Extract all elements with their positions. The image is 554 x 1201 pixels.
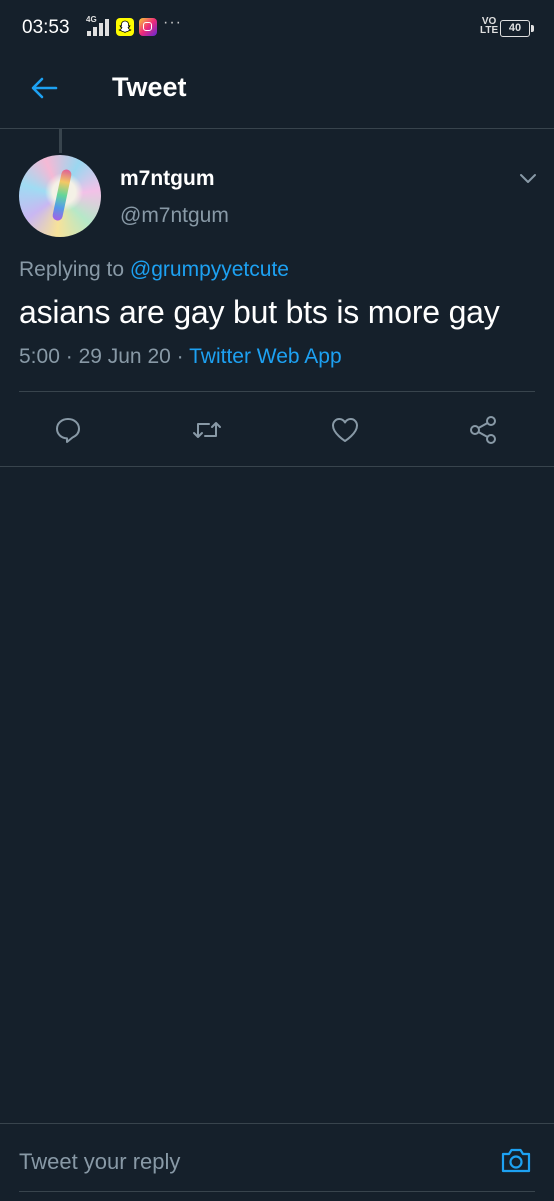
share-button[interactable] xyxy=(466,413,500,447)
tweet-meta: 5:00 · 29 Jun 20 · Twitter Web App xyxy=(19,345,342,369)
like-button[interactable] xyxy=(328,413,362,447)
tweet-menu-button[interactable] xyxy=(513,166,543,192)
instagram-icon xyxy=(139,18,157,36)
reply-input[interactable] xyxy=(19,1144,479,1180)
volte-icon: VO LTE xyxy=(480,17,499,36)
tweet-source-link[interactable]: Twitter Web App xyxy=(189,345,342,368)
tweet-text: asians are gay but bts is more gay xyxy=(19,294,500,330)
reply-icon xyxy=(56,418,80,443)
replying-to-line: Replying to @grumpyyetcute xyxy=(19,258,289,282)
status-bar: 03:53 4G ··· VO LTE 40 xyxy=(0,0,554,56)
volte-line2: LTE xyxy=(480,25,499,36)
retweet-button[interactable] xyxy=(190,413,224,447)
divider xyxy=(0,466,554,467)
more-icon: ··· xyxy=(163,14,182,31)
battery-level: 40 xyxy=(508,22,522,34)
replying-to-user-link[interactable]: @grumpyyetcute xyxy=(130,258,289,281)
chevron-down-icon xyxy=(520,174,536,183)
meta-separator: · xyxy=(65,345,73,368)
thread-connector xyxy=(59,129,62,153)
reply-button[interactable] xyxy=(51,413,85,447)
author-handle[interactable]: @m7ntgum xyxy=(120,204,229,228)
camera-icon xyxy=(501,1148,531,1173)
replying-to-prefix: Replying to xyxy=(19,258,125,281)
heart-icon xyxy=(332,418,358,442)
meta-separator: · xyxy=(176,345,184,368)
reply-input-underline xyxy=(19,1191,535,1192)
divider xyxy=(19,391,535,392)
tweet-action-bar xyxy=(0,393,554,465)
app-header: Tweet xyxy=(0,56,554,129)
retweet-icon xyxy=(193,422,221,438)
signal-icon: 4G xyxy=(84,15,110,38)
reply-composer xyxy=(0,1123,554,1201)
share-icon xyxy=(470,416,496,444)
status-time: 03:53 xyxy=(22,17,70,38)
back-button[interactable] xyxy=(22,70,66,106)
tweet-date: 29 Jun 20 xyxy=(78,345,171,368)
avatar[interactable] xyxy=(19,155,101,237)
camera-button[interactable] xyxy=(498,1142,534,1178)
author-display-name[interactable]: m7ntgum xyxy=(120,167,215,191)
battery-icon: 40 xyxy=(500,20,534,37)
snapchat-icon xyxy=(116,18,134,36)
network-label: 4G xyxy=(86,15,97,24)
page-title: Tweet xyxy=(112,72,187,102)
tweet-time: 5:00 xyxy=(19,345,60,368)
arrow-left-icon xyxy=(31,77,58,99)
